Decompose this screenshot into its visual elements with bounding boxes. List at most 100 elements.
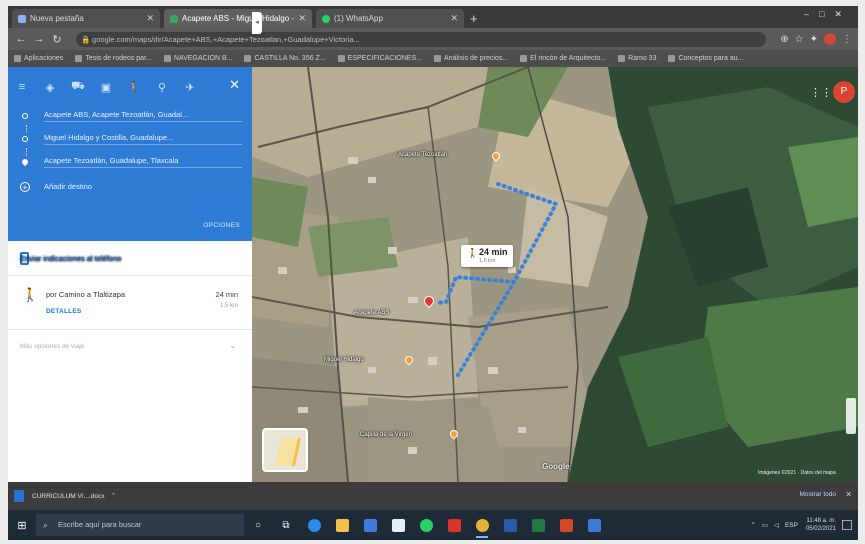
stop-waypoint[interactable]: Miguel Hidalgo y Costilla, Guadalupe...	[22, 130, 242, 148]
url-input[interactable]: 🔒 google.com/maps/dir/Acapete+ABS,+Acape…	[76, 31, 767, 47]
bookmark-icon	[163, 55, 171, 62]
whatsapp-icon[interactable]	[412, 510, 440, 540]
url-text: google.com/maps/dir/Acapete+ABS,+Acapete…	[92, 34, 360, 44]
network-icon[interactable]: ▭	[762, 521, 768, 529]
close-tab-icon[interactable]: ✕	[298, 13, 306, 24]
divider	[8, 275, 252, 276]
route-distance: 1.5 km	[219, 303, 238, 309]
mail-icon[interactable]	[384, 510, 412, 540]
add-destination[interactable]: + Añadir destino	[20, 178, 242, 196]
taskbar-search[interactable]: ⌕ Escribe aquí para buscar	[36, 514, 244, 536]
window-controls[interactable]: –□✕	[804, 9, 852, 20]
word-icon[interactable]	[496, 510, 524, 540]
travel-modes: ≡ ◈ ⛟ ▣ 🚶 ⚲ ✈	[8, 77, 252, 97]
bookmark-apps[interactable]: Aplicaciones	[14, 55, 63, 62]
windows-start-icon[interactable]: ⊞	[8, 519, 36, 532]
volume-icon[interactable]: ◁	[774, 521, 779, 529]
share-icon[interactable]: ⊕	[780, 34, 788, 45]
account-avatar[interactable]: P	[833, 81, 855, 103]
file-explorer-icon[interactable]	[328, 510, 356, 540]
download-item[interactable]: CURRICULUM VI....docx ⌃	[14, 487, 142, 505]
options-button[interactable]: OPCIONES	[203, 222, 240, 229]
menu-icon[interactable]: ≡	[8, 81, 36, 93]
photos-icon[interactable]	[580, 510, 608, 540]
acrobat-icon[interactable]	[440, 510, 468, 540]
reload-icon[interactable]: ↻	[50, 33, 64, 46]
edge-icon[interactable]	[300, 510, 328, 540]
car-icon[interactable]: ⛟	[64, 80, 92, 94]
download-filename: CURRICULUM VI....docx	[32, 492, 105, 500]
bookmark-label: Aplicaciones	[24, 55, 64, 62]
chrome-icon[interactable]	[468, 510, 496, 540]
taskbar: ⊞ ⌕ Escribe aquí para buscar ○ ⧉ ⌃ ▭ ◁ E…	[8, 510, 858, 540]
bookmark-label: CASTILLA No. 356 Z...	[254, 55, 326, 62]
bookmark-item[interactable]: NAVEGACION B...	[163, 55, 233, 62]
walk-icon: 🚶	[22, 287, 39, 302]
close-tab-icon[interactable]: ✕	[450, 13, 458, 24]
send-to-phone[interactable]: Enviar indicaciones al teléfono	[20, 252, 121, 265]
clock-time: 11:48 a. m.	[806, 518, 836, 524]
bookmark-label: Ramo 33	[628, 55, 657, 62]
task-view-icon[interactable]: ⧉	[272, 510, 300, 540]
forward-icon[interactable]: →	[32, 33, 46, 45]
back-icon[interactable]: ←	[14, 33, 28, 45]
star-icon[interactable]: ☆	[795, 34, 804, 45]
route-via: por Camino a Tlaltizapa	[46, 290, 126, 299]
close-tab-icon[interactable]: ✕	[146, 13, 154, 24]
walk-icon[interactable]: 🚶	[120, 81, 148, 94]
destination-pin-icon	[20, 157, 30, 167]
google-watermark: Google	[542, 462, 570, 471]
route-time-bubble[interactable]: 🚶 24 min 1.5 km	[461, 245, 513, 267]
chevron-up-icon[interactable]: ⌃	[750, 521, 755, 529]
route-icon[interactable]: ◈	[36, 81, 64, 94]
powerpoint-icon[interactable]	[552, 510, 580, 540]
store-icon[interactable]	[356, 510, 384, 540]
tab-label: Acapete ABS - Miguel Hidalgo - Google Ma…	[182, 14, 295, 23]
bookmark-item[interactable]: Análisis de precios...	[433, 55, 508, 62]
zoom-control[interactable]	[846, 398, 856, 434]
bookmark-item[interactable]: Ramo 33	[618, 55, 656, 62]
tab-new[interactable]: Nueva pestaña ✕	[12, 9, 160, 28]
stop-origin[interactable]: Acapete ABS, Acapete Tezoatlán, Guadal..…	[22, 107, 242, 125]
bookmark-icon	[75, 55, 83, 62]
bike-icon[interactable]: ⚲	[148, 81, 176, 94]
bookmark-item[interactable]: ESPECIFICACIONES...	[337, 55, 422, 62]
show-all-downloads[interactable]: Mostrar todo	[800, 491, 837, 498]
collapse-panel-button[interactable]: ◂	[252, 12, 262, 34]
tab-whatsapp[interactable]: (1) WhatsApp ✕	[316, 9, 464, 28]
map-layers-button[interactable]	[262, 428, 308, 472]
google-apps-icon[interactable]: ⋮⋮	[810, 86, 832, 99]
whatsapp-icon	[322, 14, 330, 23]
excel-icon[interactable]	[524, 510, 552, 540]
plane-icon[interactable]: ✈	[176, 81, 204, 94]
chevron-down-icon[interactable]: ⌄	[229, 341, 236, 350]
bookmark-item[interactable]: CASTILLA No. 356 Z...	[244, 55, 326, 62]
map-layer-thumbnail	[275, 438, 301, 466]
stop-text: Acapete ABS, Acapete Tezoatlán, Guadal..…	[44, 110, 242, 122]
language-indicator[interactable]: ESP	[785, 522, 798, 529]
profile-icon[interactable]	[824, 33, 836, 45]
chevron-up-icon[interactable]: ⌃	[111, 492, 117, 500]
new-tab-button[interactable]: +	[470, 9, 478, 28]
bookmark-item[interactable]: Conceptos para au...	[668, 55, 743, 62]
bookmark-label: NAVEGACION B...	[173, 55, 233, 62]
more-options-label[interactable]: Más opciones de viaje	[20, 343, 84, 350]
details-link[interactable]: DETALLES	[46, 308, 81, 315]
cortana-icon[interactable]: ○	[244, 510, 272, 540]
notifications-icon[interactable]	[842, 520, 852, 530]
tab-maps[interactable]: Acapete ABS - Miguel Hidalgo - Google Ma…	[164, 9, 312, 28]
address-bar-row: ← → ↻ 🔒 google.com/maps/dir/Acapete+ABS,…	[8, 28, 858, 50]
map-footer: Imágenes ©2021 · Datos del mapa	[758, 470, 836, 476]
apps-icon	[14, 55, 21, 62]
taskbar-clock[interactable]: 11:48 a. m. 05/02/2021	[806, 517, 836, 533]
bookmark-item[interactable]: El rincón de Arquitecto...	[520, 55, 606, 62]
close-downloads-icon[interactable]: ✕	[845, 490, 852, 499]
bookmark-label: Tesis de rodeos par...	[85, 55, 152, 62]
extensions-icon[interactable]: ✦	[810, 34, 818, 45]
close-directions-icon[interactable]: ✕	[229, 77, 240, 93]
stop-destination[interactable]: Acapete Tezoatlán, Guadalupe, Tlaxcala	[20, 153, 242, 171]
bookmark-icon	[337, 55, 345, 62]
menu-icon[interactable]: ⋮	[842, 34, 852, 45]
transit-icon[interactable]: ▣	[92, 81, 120, 94]
bookmark-item[interactable]: Tesis de rodeos par...	[75, 55, 152, 62]
